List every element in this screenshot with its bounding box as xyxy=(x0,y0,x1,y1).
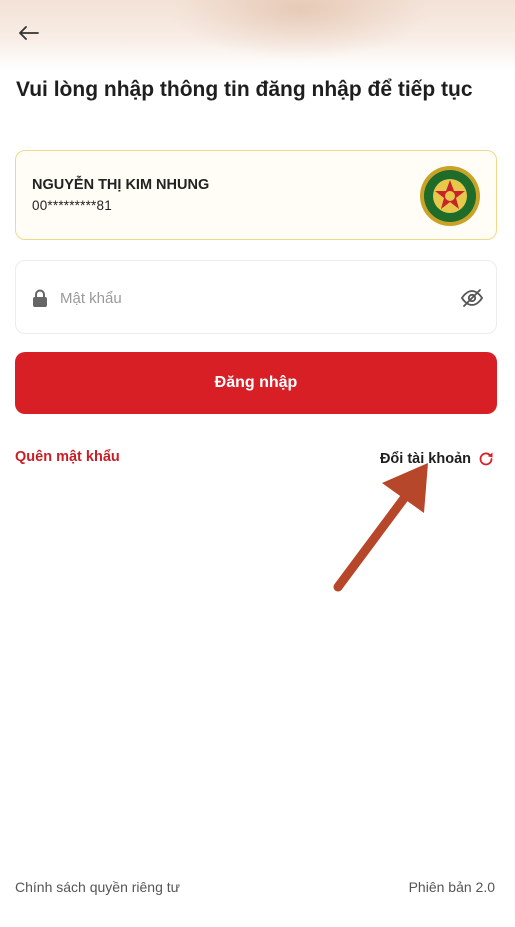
account-phone: 00*********81 xyxy=(32,198,112,213)
refresh-icon xyxy=(479,452,493,466)
back-button[interactable] xyxy=(14,18,44,48)
banner-pattern xyxy=(170,0,430,60)
login-button[interactable]: Đăng nhập xyxy=(15,352,497,414)
emblem-icon xyxy=(420,166,480,226)
password-field[interactable] xyxy=(15,260,497,334)
arrow-left-icon xyxy=(19,26,39,40)
top-banner xyxy=(0,0,515,70)
page-title: Vui lòng nhập thông tin đăng nhập để tiế… xyxy=(16,78,473,101)
account-card[interactable]: NGUYỄN THỊ KIM NHUNG 00*********81 xyxy=(15,150,497,240)
forgot-password-link[interactable]: Quên mật khẩu xyxy=(15,449,120,465)
password-input[interactable] xyxy=(60,285,430,311)
lock-icon xyxy=(33,289,47,307)
annotation-arrow xyxy=(333,463,428,592)
privacy-policy-link[interactable]: Chính sách quyền riêng tư xyxy=(15,879,180,895)
eye-off-icon[interactable] xyxy=(460,286,484,310)
app-version: Phiên bản 2.0 xyxy=(408,879,495,895)
account-name: NGUYỄN THỊ KIM NHUNG xyxy=(32,177,210,193)
